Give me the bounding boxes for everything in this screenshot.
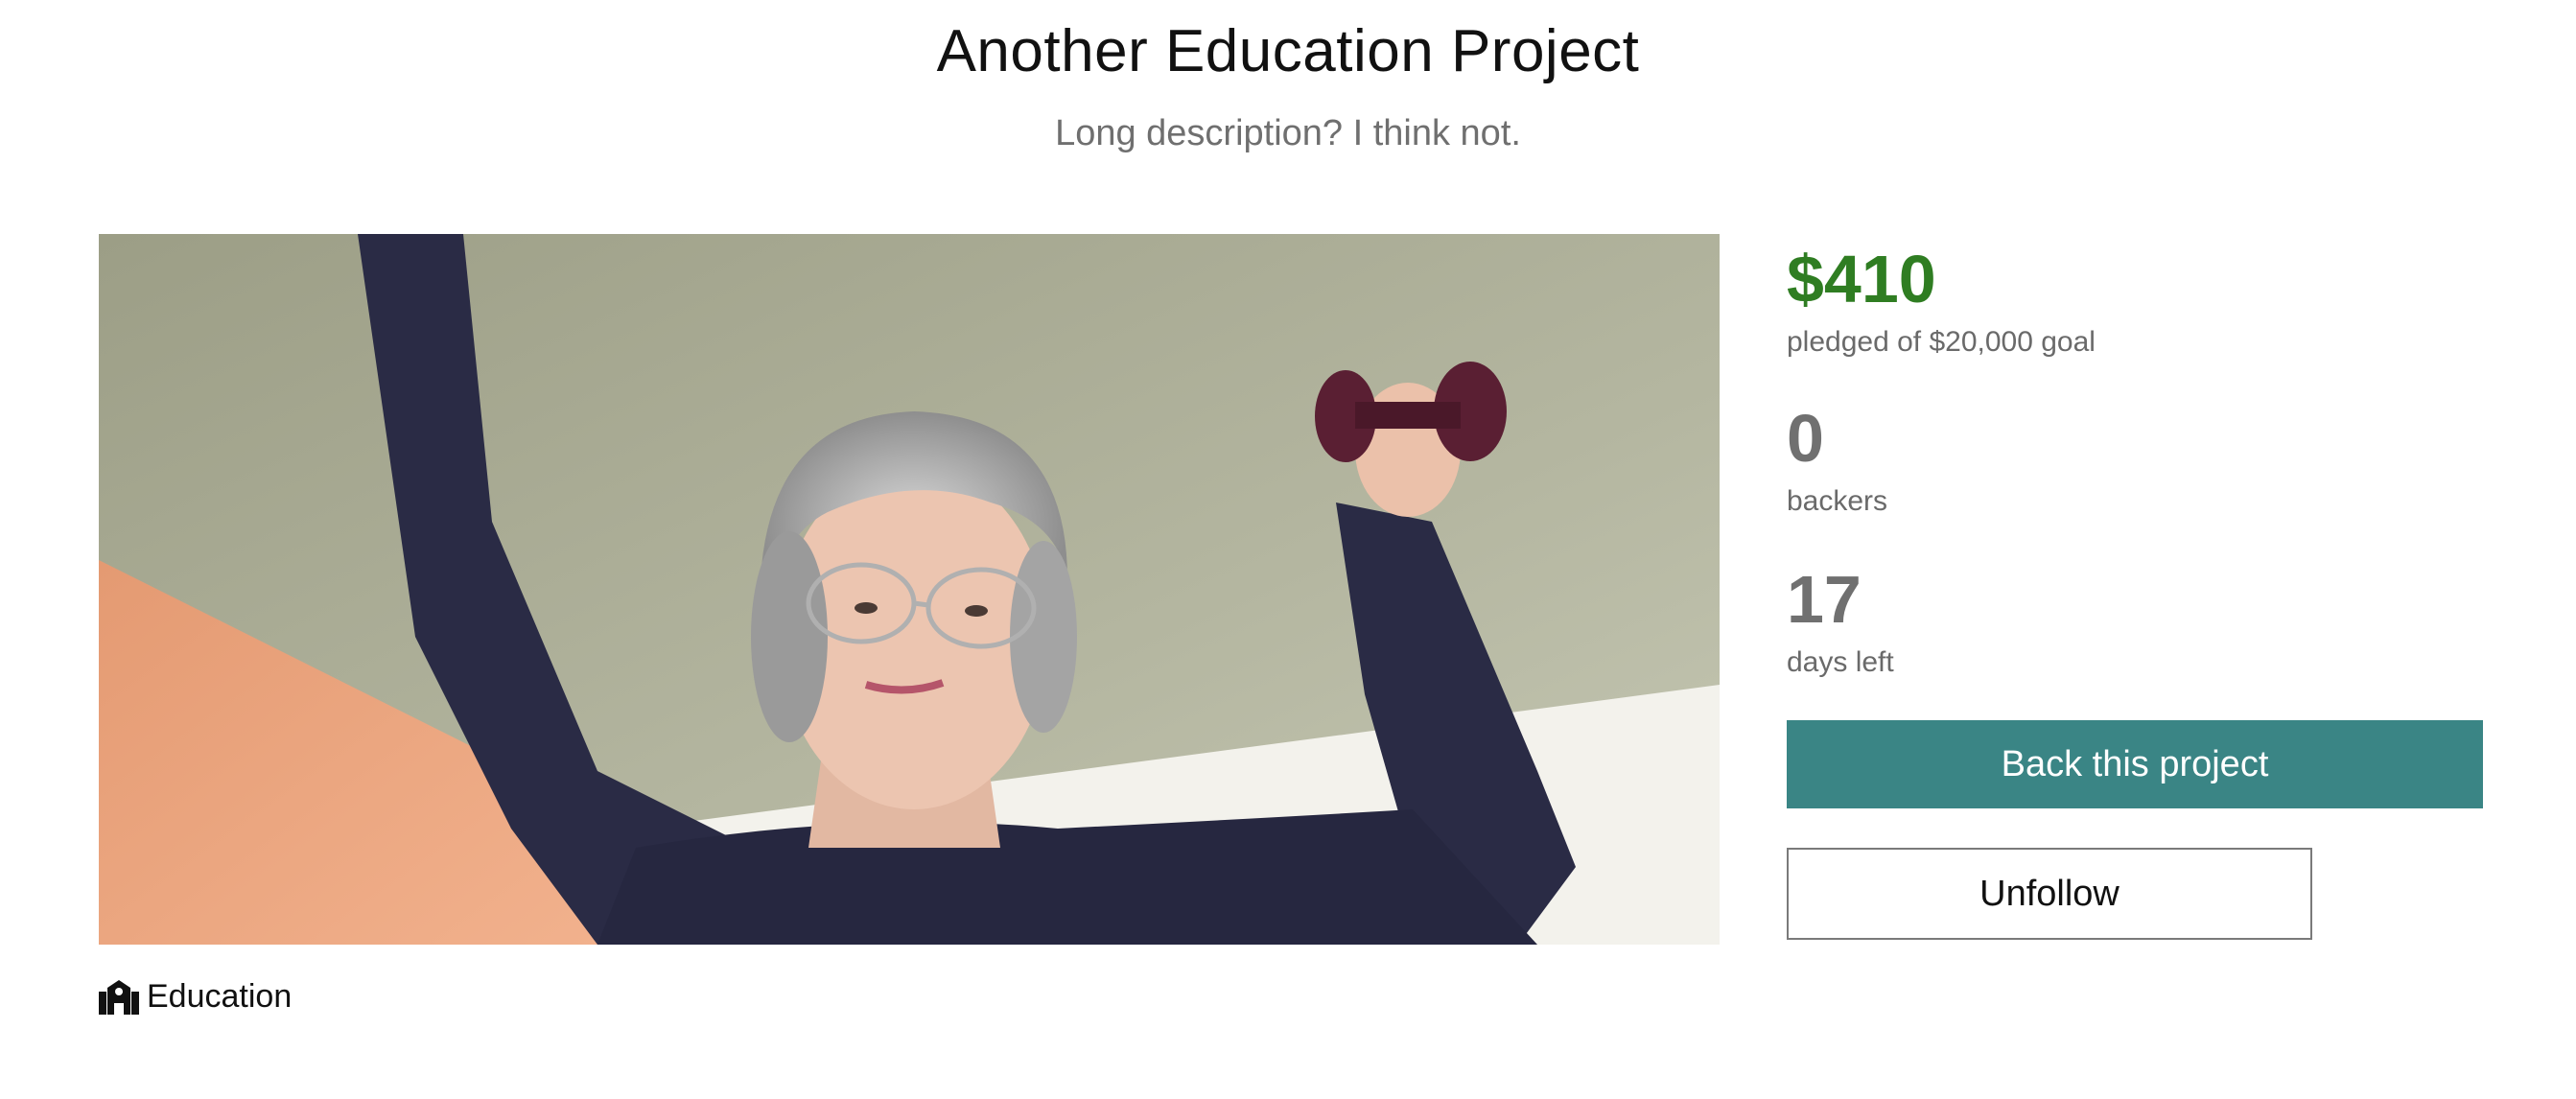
unfollow-button[interactable]: Unfollow bbox=[1787, 848, 2312, 940]
school-icon bbox=[99, 978, 139, 1015]
pledged-stat: $410 pledged of $20,000 goal bbox=[1787, 246, 2096, 359]
back-project-button[interactable]: Back this project bbox=[1787, 720, 2483, 808]
days-left-stat: 17 days left bbox=[1787, 566, 1894, 679]
category-label: Education bbox=[147, 977, 293, 1015]
pledged-amount: $410 bbox=[1787, 242, 1936, 316]
pledged-label: pledged of $20,000 goal bbox=[1787, 326, 2096, 358]
page-subtitle: Long description? I think not. bbox=[1055, 113, 1521, 153]
backers-stat: 0 backers bbox=[1787, 405, 1887, 518]
page-title: Another Education Project bbox=[936, 18, 1640, 84]
backers-count: 0 bbox=[1787, 401, 1824, 476]
project-hero-image bbox=[99, 234, 1720, 945]
project-page: Another Education Project Long descripti… bbox=[0, 0, 2576, 1099]
hero-illustration bbox=[99, 234, 1720, 945]
backers-label: backers bbox=[1787, 485, 1888, 517]
days-label: days left bbox=[1787, 646, 1894, 678]
category-link[interactable]: Education bbox=[99, 976, 292, 1017]
days-count: 17 bbox=[1787, 562, 1862, 637]
